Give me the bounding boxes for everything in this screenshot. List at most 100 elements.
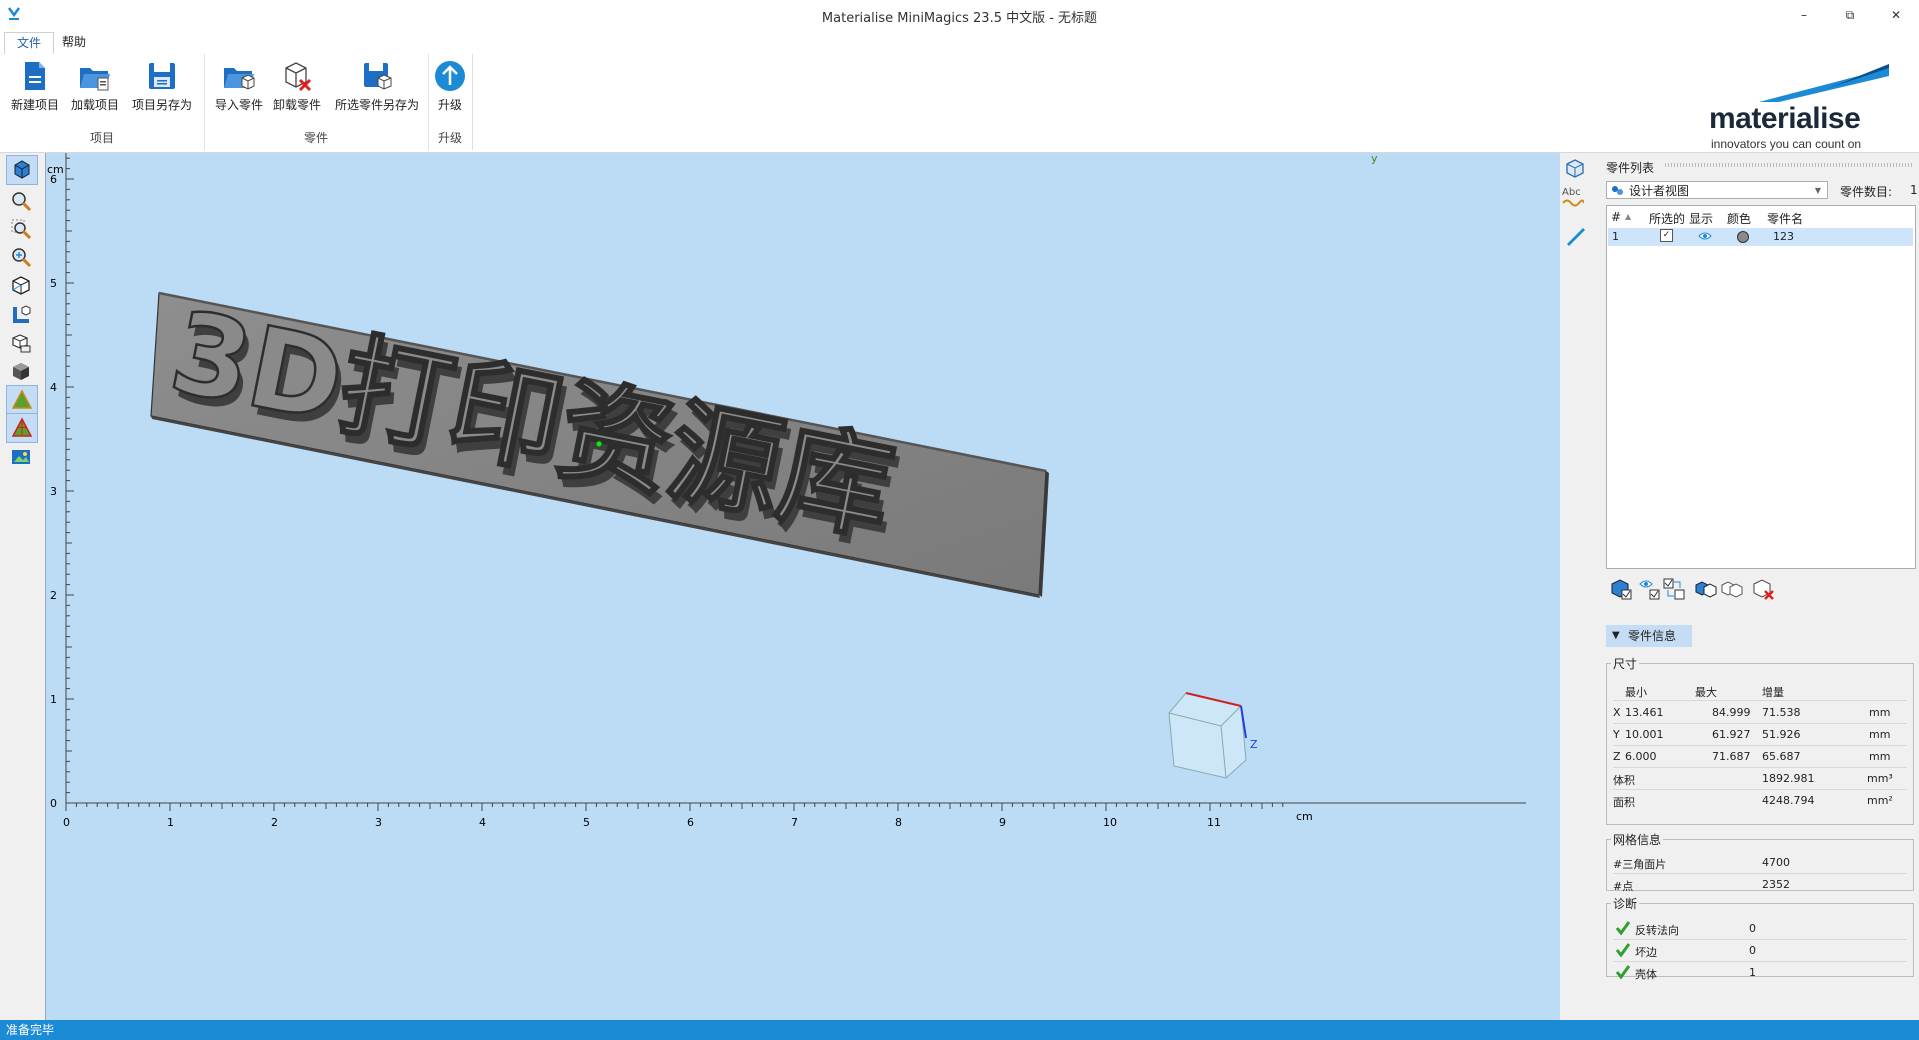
save-selected-part-as-button[interactable]: 所选零件另存为 bbox=[332, 60, 422, 116]
y-axis-unit: cm bbox=[47, 163, 64, 176]
part-selected-checkbox[interactable]: ✓ bbox=[1660, 229, 1673, 242]
load-project-button[interactable]: 加载项目 bbox=[70, 60, 120, 116]
volume-label: 体积 bbox=[1613, 774, 1635, 787]
wave-icon bbox=[1562, 199, 1584, 207]
dim-header-max: 最大 bbox=[1695, 686, 1717, 699]
x-tick-label: 3 bbox=[375, 816, 382, 829]
new-document-icon bbox=[25, 62, 45, 90]
status-bar: 准备完毕 bbox=[0, 1020, 1919, 1040]
upgrade-button[interactable]: 升级 bbox=[432, 60, 468, 116]
triangle-shaded-icon bbox=[11, 389, 33, 409]
y-axis-ticks: 6543210 bbox=[50, 157, 74, 810]
title-bar: Materialise MiniMagics 23.5 中文版 - 无标题 – … bbox=[0, 0, 1919, 30]
show-all-parts-button[interactable] bbox=[1694, 577, 1720, 603]
minimize-button[interactable]: – bbox=[1781, 0, 1827, 30]
diag-shells-label: 壳体 bbox=[1635, 968, 1657, 981]
open-folder-icon bbox=[80, 68, 110, 91]
cube-check-icon bbox=[1611, 579, 1632, 600]
invert-selection-button[interactable] bbox=[1662, 577, 1688, 603]
triangle-view-tool[interactable] bbox=[6, 385, 38, 415]
diag-inverted-normals-value: 0 bbox=[1749, 922, 1756, 935]
logo-swoosh-icon bbox=[1759, 64, 1889, 102]
axis-z-marker: Z bbox=[1250, 738, 1258, 751]
close-button[interactable]: ✕ bbox=[1873, 0, 1919, 30]
triangle-wire-icon bbox=[11, 417, 33, 437]
save-project-as-button[interactable]: 项目另存为 bbox=[128, 60, 196, 116]
part-list-title: 零件列表 bbox=[1606, 161, 1655, 175]
solid-cube-icon bbox=[13, 363, 29, 380]
triangles-label: #三角面片 bbox=[1613, 858, 1667, 871]
view-mode-value: 设计者视图 bbox=[1629, 184, 1690, 198]
x-tick-label: 9 bbox=[999, 816, 1006, 829]
part-row-name[interactable]: 123 bbox=[1773, 230, 1794, 243]
annotation-tool[interactable]: Abc bbox=[1562, 187, 1584, 208]
zoom-window-tool[interactable] bbox=[6, 215, 36, 243]
collapse-triangle-icon: ▼ bbox=[1612, 630, 1620, 641]
tab-help[interactable]: 帮助 bbox=[50, 32, 98, 54]
part-color-swatch[interactable] bbox=[1737, 231, 1749, 243]
part-view-tool[interactable] bbox=[6, 329, 36, 357]
viewport-3d[interactable]: 6543210 0 1 2 3 4 5 6 7 8 9 10 11 cm cm y 3D打印资源库 3… bbox=[45, 152, 1561, 1020]
x-tick-label: 6 bbox=[687, 816, 694, 829]
part-info-header[interactable]: ▼ 零件信息 bbox=[1606, 625, 1692, 647]
screenshot-tool[interactable] bbox=[6, 443, 36, 471]
part-count-label: 零件数目: bbox=[1840, 185, 1893, 199]
col-part-name[interactable]: 零件名 bbox=[1767, 210, 1803, 227]
col-color[interactable]: 颜色 bbox=[1727, 210, 1751, 227]
new-project-label: 新建项目 bbox=[10, 98, 59, 112]
view-orientation-tool[interactable] bbox=[6, 271, 36, 299]
part-coordinate-tool[interactable] bbox=[6, 301, 36, 329]
abc-label: Abc bbox=[1562, 187, 1581, 198]
col-selected[interactable]: 所选的 bbox=[1649, 210, 1685, 227]
volume-value: 1892.981 bbox=[1762, 772, 1815, 785]
col-visible[interactable]: 显示 bbox=[1689, 210, 1713, 227]
x-axis-unit: cm bbox=[1296, 810, 1313, 823]
mesh-info-box: 网格信息 #三角面片 4700 #点 2352 bbox=[1606, 831, 1914, 893]
dim-x-min: 13.461 bbox=[1625, 706, 1664, 719]
points-label: #点 bbox=[1613, 880, 1634, 893]
shading-tool[interactable] bbox=[6, 357, 36, 385]
remove-part-button[interactable] bbox=[1752, 577, 1778, 603]
y-tick-label: 3 bbox=[50, 485, 57, 498]
select-all-parts-button[interactable] bbox=[1610, 577, 1636, 603]
check-icon bbox=[1615, 943, 1631, 958]
hide-all-parts-button[interactable] bbox=[1720, 577, 1746, 603]
tab-file[interactable]: 文件 bbox=[4, 32, 55, 56]
panel-grip[interactable] bbox=[1665, 163, 1913, 167]
view-mode-select[interactable]: 设计者视图 ▼ bbox=[1606, 181, 1828, 199]
dim-z-max: 71.687 bbox=[1712, 750, 1751, 763]
restore-button[interactable]: ⧉ bbox=[1827, 0, 1873, 30]
view-cube-tool[interactable] bbox=[1564, 157, 1586, 182]
col-index[interactable]: # bbox=[1611, 210, 1621, 224]
zoom-tool[interactable] bbox=[6, 187, 36, 215]
select-part-tool[interactable] bbox=[6, 155, 38, 185]
save-as-icon bbox=[149, 63, 175, 89]
eye-check-icon bbox=[1639, 580, 1660, 600]
dim-z-unit: mm bbox=[1869, 750, 1891, 763]
x-tick-label: 0 bbox=[63, 816, 70, 829]
ribbon-group-upgrade: 升级 升级 bbox=[428, 54, 473, 150]
part-model-123[interactable]: 3D打印资源库 3D打印资源库 bbox=[150, 286, 1049, 598]
import-part-button[interactable]: 导入零件 bbox=[214, 60, 264, 116]
status-text: 准备完毕 bbox=[6, 1023, 55, 1037]
zoom-fit-tool[interactable] bbox=[6, 243, 36, 271]
menu-bar: 文件 帮助 bbox=[0, 30, 1919, 56]
measure-tool[interactable] bbox=[1564, 225, 1586, 250]
orientation-cube[interactable]: Z bbox=[1168, 692, 1258, 779]
part-row[interactable]: 1 ✓ 123 bbox=[1608, 228, 1913, 246]
diag-bad-edges-label: 坏边 bbox=[1635, 946, 1657, 959]
part-count-value: 1 bbox=[1910, 183, 1918, 197]
dim-y-axis: Y bbox=[1613, 728, 1620, 741]
eye-icon[interactable] bbox=[1698, 231, 1712, 244]
x-tick-label: 5 bbox=[583, 816, 590, 829]
load-project-label: 加载项目 bbox=[70, 98, 119, 112]
cube-delete-icon bbox=[1753, 579, 1774, 600]
ruler-icon bbox=[1567, 228, 1585, 246]
logo-wordmark: materialise bbox=[1709, 102, 1861, 135]
new-project-button[interactable]: 新建项目 bbox=[10, 60, 60, 116]
unload-part-button[interactable]: 卸载零件 bbox=[272, 60, 322, 116]
area-value: 4248.794 bbox=[1762, 794, 1815, 807]
triangle-wire-tool[interactable] bbox=[6, 413, 38, 443]
invert-visibility-button[interactable] bbox=[1638, 577, 1664, 603]
part-panel: 零件列表 设计者视图 ▼ 零件数目: 1 # ▲ 所选的 显示 颜色 零件名 1… bbox=[1590, 153, 1919, 1020]
